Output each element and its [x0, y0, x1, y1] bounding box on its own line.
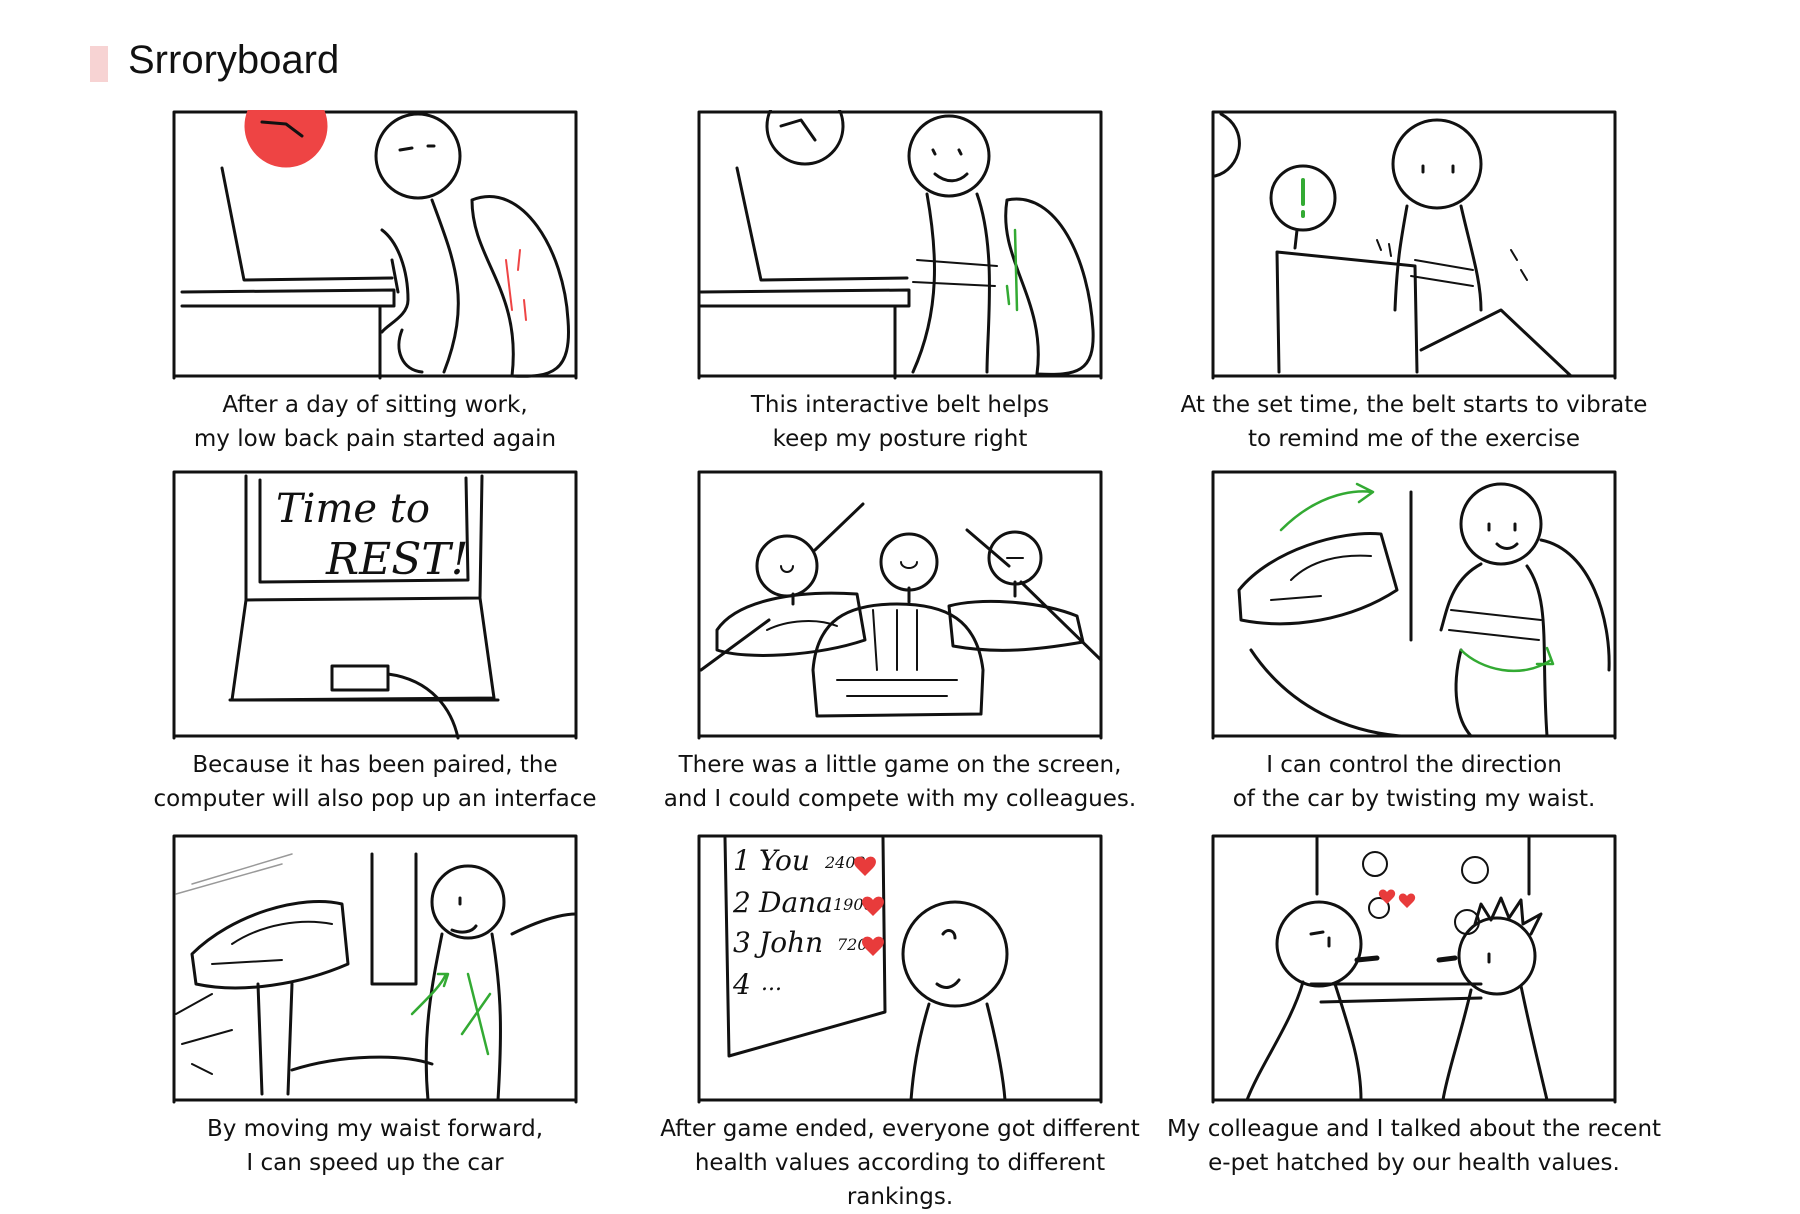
leaderboard-rank: 2 — [732, 886, 751, 919]
panel-7-caption: By moving my waist forward, I can speed … — [115, 1112, 635, 1180]
caption-line: and I could compete with my colleagues. — [663, 786, 1137, 812]
caption-line: By moving my waist forward, — [206, 1116, 544, 1142]
heart-icon — [1398, 893, 1416, 908]
panel-8-sketch: 1 You 2400 2 Dana 1900 3 John 720 4 ... — [697, 834, 1103, 1104]
alarm-clock-icon — [244, 110, 328, 168]
panel-3-sketch — [1211, 110, 1617, 380]
storyboard-panel-5 — [697, 470, 1103, 740]
panel-8-caption: After game ended, everyone got different… — [640, 1112, 1160, 1214]
storyboard-panel-6 — [1211, 470, 1617, 740]
caption-line: e-pet hatched by our health values. — [1208, 1150, 1620, 1176]
storyboard-panel-1 — [172, 110, 578, 380]
panel-6-caption: I can control the direction of the car b… — [1154, 748, 1674, 816]
panel-4-caption: Because it has been paired, the computer… — [115, 748, 635, 816]
caption-line: After game ended, everyone got different — [660, 1116, 1140, 1142]
title-marker — [90, 46, 108, 82]
car-icon — [947, 599, 1085, 652]
storyboard-panel-2 — [697, 110, 1103, 380]
caption-line: I can control the direction — [1266, 752, 1562, 778]
caption-line: Because it has been paired, the — [192, 752, 558, 778]
panel-7-sketch — [172, 834, 578, 1104]
car-icon — [190, 900, 350, 990]
e-pet-icon — [1362, 851, 1388, 877]
storyboard-panel-7 — [172, 834, 578, 1104]
caption-line: At the set time, the belt starts to vibr… — [1180, 392, 1648, 418]
car-icon — [715, 591, 867, 657]
leaderboard-rank: 4 — [732, 968, 751, 1001]
car-icon — [1237, 532, 1399, 626]
screen-text: Time to — [276, 486, 430, 532]
storyboard-panel-4: Time to REST! — [172, 470, 578, 740]
panel-2-sketch — [697, 110, 1103, 380]
leaderboard-name: John — [754, 926, 823, 959]
leaderboard-name: Dana — [758, 886, 833, 919]
clock-icon — [765, 110, 845, 166]
leaderboard: 1 You 2400 2 Dana 1900 3 John 720 4 ... — [732, 844, 874, 1001]
panel-4-sketch: Time to REST! — [172, 470, 578, 740]
panel-9-caption: My colleague and I talked about the rece… — [1154, 1112, 1674, 1180]
heart-icon — [1378, 889, 1396, 904]
caption-line: I can speed up the car — [246, 1150, 504, 1176]
panel-5-sketch — [697, 470, 1103, 740]
caption-line: After a day of sitting work, — [222, 392, 528, 418]
storyboard-panel-9 — [1211, 834, 1617, 1104]
leaderboard-name: You — [759, 844, 810, 877]
belt-receiver-icon — [330, 664, 390, 692]
caption-line: computer will also pop up an interface — [153, 786, 597, 812]
player-avatar-icon — [879, 532, 939, 592]
caption-line: my low back pain started again — [193, 426, 557, 452]
leaderboard-rank: 1 — [733, 844, 751, 877]
panel-3-caption: At the set time, the belt starts to vibr… — [1154, 388, 1674, 456]
panel-6-sketch — [1211, 470, 1617, 740]
caption-line: There was a little game on the screen, — [678, 752, 1122, 778]
caption-line: to remind me of the exercise — [1247, 426, 1581, 452]
caption-line: My colleague and I talked about the rece… — [1166, 1116, 1662, 1142]
caption-line: of the car by twisting my waist. — [1232, 786, 1596, 812]
caption-line: health values according to different ran… — [694, 1150, 1106, 1210]
panel-5-caption: There was a little game on the screen, a… — [640, 748, 1160, 816]
leaderboard-rank: 3 — [733, 926, 751, 959]
storyboard-panel-8: 1 You 2400 2 Dana 1900 3 John 720 4 ... — [697, 834, 1103, 1104]
e-pet-icon — [1461, 856, 1489, 884]
panel-1-caption: After a day of sitting work, my low back… — [115, 388, 635, 456]
screen-text: REST! — [325, 534, 468, 585]
page-title: Srroryboard — [128, 38, 340, 82]
leaderboard-name: ... — [761, 971, 782, 996]
colleague-avatar-icon — [755, 534, 819, 598]
panel-2-caption: This interactive belt helps keep my post… — [640, 388, 1160, 456]
caption-line: keep my posture right — [772, 426, 1028, 452]
caption-line: This interactive belt helps — [750, 392, 1050, 418]
panel-1-sketch — [172, 110, 578, 380]
storyboard-panel-3 — [1211, 110, 1617, 380]
panel-9-sketch — [1211, 834, 1617, 1104]
